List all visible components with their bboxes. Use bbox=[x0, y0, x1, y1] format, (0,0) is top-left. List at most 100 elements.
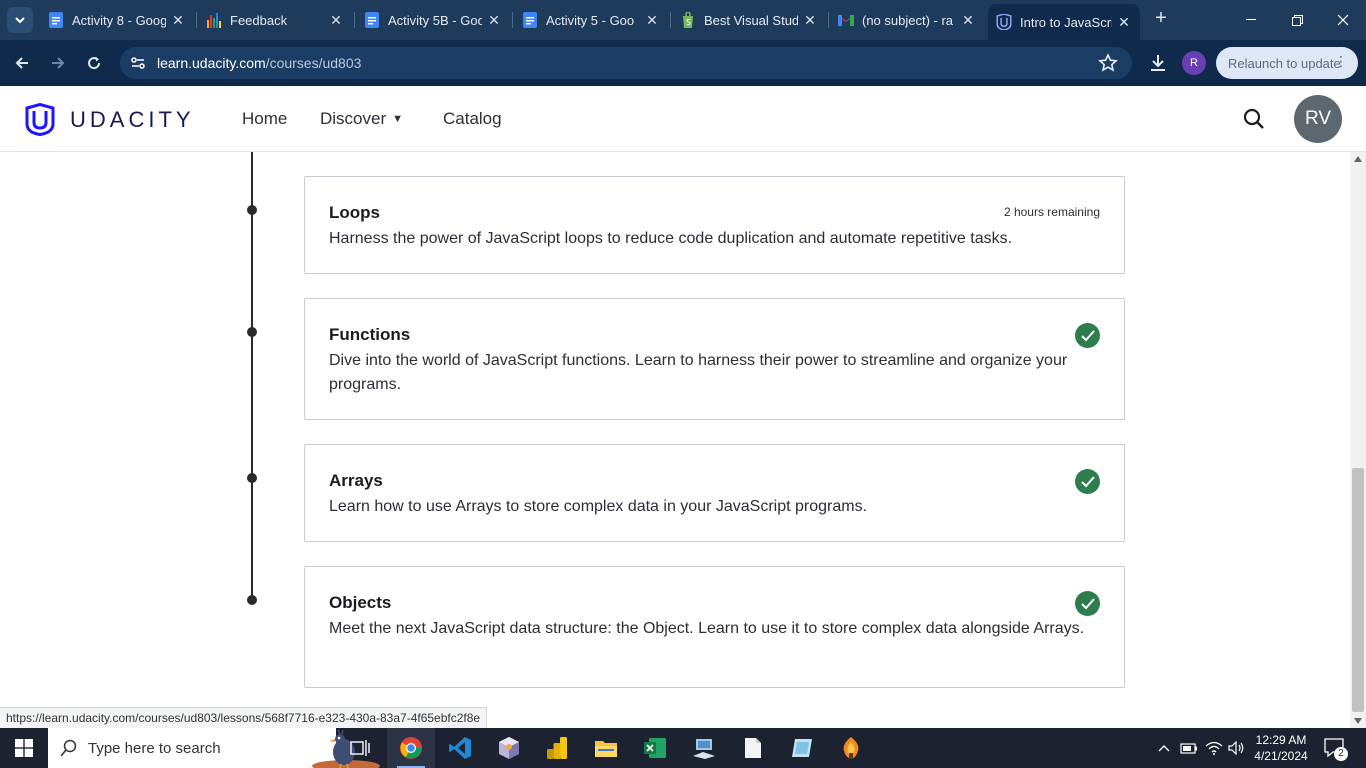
minimize-icon bbox=[1246, 19, 1256, 20]
close-icon[interactable]: ✕ bbox=[960, 12, 976, 29]
tab-search-button[interactable] bbox=[7, 7, 33, 33]
windows-taskbar: Type here to search 12:29 AM 4/21/2024 2 bbox=[0, 728, 1366, 768]
tab-title: Intro to JavaScrip bbox=[1020, 14, 1112, 30]
battery-tray[interactable] bbox=[1178, 728, 1200, 768]
scroll-up-arrow-icon[interactable] bbox=[1354, 156, 1362, 162]
site-header: UDACITY Home Discover ▼ Catalog RV bbox=[0, 86, 1366, 152]
taskbar-network-app[interactable] bbox=[680, 728, 728, 768]
svg-text:S: S bbox=[686, 18, 691, 27]
feedback-chart-icon bbox=[206, 12, 222, 28]
power-bi-icon bbox=[547, 737, 567, 759]
clock-date: 4/21/2024 bbox=[1254, 749, 1308, 763]
volume-tray[interactable] bbox=[1227, 728, 1247, 768]
back-button[interactable] bbox=[10, 51, 34, 75]
restore-button[interactable] bbox=[1274, 0, 1320, 40]
scroll-thumb[interactable] bbox=[1352, 468, 1364, 712]
page-scrollbar[interactable] bbox=[1350, 152, 1366, 728]
paint-icon bbox=[792, 739, 812, 757]
lesson-title[interactable]: Arrays bbox=[329, 471, 383, 491]
chrome-icon bbox=[400, 737, 422, 759]
taskbar-chrome[interactable] bbox=[387, 728, 435, 768]
udacity-logo-icon[interactable] bbox=[24, 103, 56, 136]
tab-title: (no subject) - ra bbox=[862, 12, 954, 28]
check-icon bbox=[1075, 591, 1100, 616]
url-path: /courses/ud803 bbox=[265, 55, 362, 71]
brand-wordmark[interactable]: UDACITY bbox=[70, 107, 195, 133]
lesson-card-functions[interactable]: Functions Dive into the world of JavaScr… bbox=[304, 298, 1125, 420]
download-icon[interactable] bbox=[1146, 51, 1170, 75]
arrow-right-icon bbox=[52, 57, 65, 69]
tab-best-visual-studio[interactable]: S Best Visual Studi ✕ bbox=[672, 6, 826, 34]
close-icon[interactable]: ✕ bbox=[170, 12, 186, 29]
chevron-up-icon bbox=[1158, 745, 1170, 752]
cube-app-icon bbox=[499, 737, 519, 759]
forward-button[interactable] bbox=[46, 51, 70, 75]
address-bar[interactable]: learn.udacity.com/courses/ud803 bbox=[120, 47, 1132, 79]
lesson-list: Loops 2 hours remaining Harness the powe… bbox=[0, 152, 1350, 728]
more-vertical-icon[interactable]: ⋮ bbox=[1334, 53, 1348, 70]
fl-studio-icon bbox=[843, 737, 859, 759]
taskbar-fl-studio[interactable] bbox=[827, 728, 875, 768]
battery-icon bbox=[1180, 743, 1197, 754]
bookmark-star-icon[interactable] bbox=[1098, 53, 1118, 73]
show-hidden-icons-button[interactable] bbox=[1156, 728, 1172, 768]
timeline-dot bbox=[247, 205, 257, 215]
taskbar-paint[interactable] bbox=[778, 728, 826, 768]
user-avatar[interactable]: RV bbox=[1294, 95, 1342, 143]
tab-activity-5[interactable]: Activity 5 - Goo ✕ bbox=[514, 6, 668, 34]
lesson-card-objects[interactable]: Objects Meet the next JavaScript data st… bbox=[304, 566, 1125, 688]
close-icon[interactable]: ✕ bbox=[486, 12, 502, 29]
system-clock[interactable]: 12:29 AM 4/21/2024 bbox=[1250, 732, 1312, 764]
search-icon[interactable] bbox=[1242, 107, 1266, 131]
new-tab-button[interactable]: + bbox=[1150, 8, 1172, 30]
taskbar-excel[interactable] bbox=[631, 728, 679, 768]
taskbar-vscode[interactable] bbox=[436, 728, 484, 768]
lesson-card-loops[interactable]: Loops 2 hours remaining Harness the powe… bbox=[304, 176, 1125, 274]
tab-intro-to-javascript[interactable]: Intro to JavaScrip ✕ bbox=[988, 4, 1140, 40]
timeline-dot bbox=[247, 595, 257, 605]
close-icon[interactable]: ✕ bbox=[1116, 14, 1132, 31]
reload-button[interactable] bbox=[82, 51, 106, 75]
close-window-button[interactable] bbox=[1320, 0, 1366, 40]
tab-gmail[interactable]: (no subject) - ra ✕ bbox=[830, 6, 984, 34]
taskbar-cube-app[interactable] bbox=[485, 728, 533, 768]
profile-avatar[interactable]: R bbox=[1182, 51, 1206, 75]
tab-activity-5b[interactable]: Activity 5B - Goo ✕ bbox=[356, 6, 510, 34]
close-icon[interactable]: ✕ bbox=[328, 12, 344, 29]
task-view-button[interactable] bbox=[336, 728, 384, 768]
taskbar-file-explorer[interactable] bbox=[582, 728, 630, 768]
close-icon[interactable]: ✕ bbox=[802, 12, 818, 29]
lesson-title[interactable]: Loops bbox=[329, 203, 380, 223]
lesson-title[interactable]: Objects bbox=[329, 593, 391, 613]
close-icon[interactable]: ✕ bbox=[644, 12, 660, 29]
nav-home[interactable]: Home bbox=[242, 109, 287, 129]
url-text[interactable]: learn.udacity.com/courses/ud803 bbox=[157, 55, 361, 71]
tab-feedback[interactable]: Feedback ✕ bbox=[198, 6, 352, 34]
nav-discover-label: Discover bbox=[320, 109, 387, 128]
speaker-icon bbox=[1228, 741, 1244, 755]
tab-title: Activity 5 - Goo bbox=[546, 12, 635, 28]
taskbar-power-bi[interactable] bbox=[533, 728, 581, 768]
scroll-down-arrow-icon[interactable] bbox=[1354, 718, 1362, 724]
tab-title: Activity 5B - Goo bbox=[388, 12, 482, 28]
start-button[interactable] bbox=[0, 728, 48, 768]
search-icon bbox=[60, 739, 77, 757]
check-icon bbox=[1075, 323, 1100, 348]
nav-catalog[interactable]: Catalog bbox=[443, 109, 502, 129]
lesson-title[interactable]: Functions bbox=[329, 325, 410, 345]
minimize-button[interactable] bbox=[1228, 0, 1274, 40]
close-icon bbox=[1337, 14, 1349, 26]
taskbar-notepad[interactable] bbox=[729, 728, 777, 768]
nav-discover[interactable]: Discover ▼ bbox=[320, 109, 403, 129]
taskbar-search-box[interactable]: Type here to search bbox=[48, 728, 380, 768]
lesson-description: Learn how to use Arrays to store complex… bbox=[329, 498, 868, 515]
wifi-tray[interactable] bbox=[1203, 728, 1225, 768]
site-settings-icon[interactable] bbox=[130, 55, 146, 71]
relaunch-button[interactable]: Relaunch to update ⋮ bbox=[1216, 47, 1358, 79]
clock-time: 12:29 AM bbox=[1255, 733, 1307, 747]
google-docs-icon bbox=[364, 12, 380, 28]
tab-title: Feedback bbox=[230, 12, 288, 28]
timeline-line bbox=[251, 152, 253, 600]
tab-activity-8[interactable]: Activity 8 - Goog ✕ bbox=[40, 6, 194, 34]
lesson-card-arrays[interactable]: Arrays Learn how to use Arrays to store … bbox=[304, 444, 1125, 542]
